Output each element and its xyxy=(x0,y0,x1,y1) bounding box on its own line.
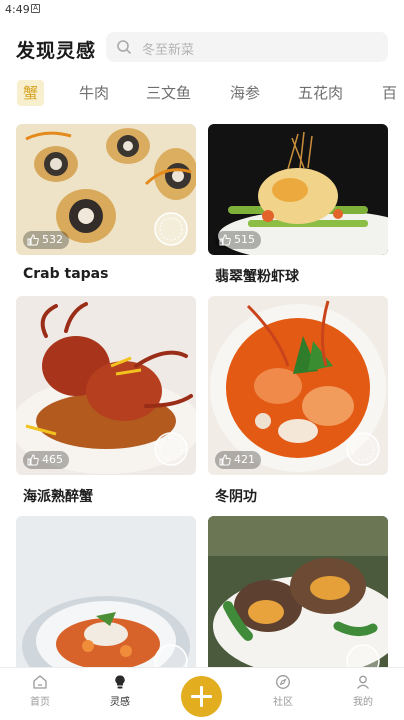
tab-more[interactable]: 百 xyxy=(382,80,397,106)
like-count: 421 xyxy=(215,451,261,469)
tab-salmon[interactable]: 三文鱼 xyxy=(146,80,191,106)
certified-seal-icon xyxy=(154,432,188,466)
like-number: 421 xyxy=(234,453,255,466)
user-icon xyxy=(357,675,369,689)
recipe-title: 海派熟醉蟹 xyxy=(23,489,93,505)
recipe-grid: 532 Crab tapas 515 翡翠蟹粉虾球 465 海派熟醉蟹 421 … xyxy=(0,124,404,667)
nav-profile[interactable]: 我的 xyxy=(333,674,393,708)
like-number: 532 xyxy=(42,233,63,246)
thumbs-up-icon xyxy=(219,454,231,466)
like-number: 515 xyxy=(234,233,255,246)
category-tabs: 蟹 牛肉 三文鱼 海参 五花肉 百 xyxy=(0,78,404,108)
add-button[interactable] xyxy=(181,676,222,717)
recipe-title: 冬阴功 xyxy=(215,489,257,505)
nav-community-label: 社区 xyxy=(273,697,293,708)
recipe-title: Crab tapas xyxy=(23,266,109,282)
nav-inspiration[interactable]: 灵感 xyxy=(90,674,150,708)
notification-icon: A xyxy=(31,4,40,13)
status-time: 4:49 xyxy=(5,3,30,16)
recipe-title: 翡翠蟹粉虾球 xyxy=(215,269,299,285)
nav-home-label: 首页 xyxy=(30,697,50,708)
like-count: 465 xyxy=(23,451,69,469)
lightbulb-icon xyxy=(115,675,125,689)
tab-crab[interactable]: 蟹 xyxy=(17,80,45,106)
page-title: 发现灵感 xyxy=(16,40,97,62)
home-icon xyxy=(33,675,47,689)
like-number: 465 xyxy=(42,453,63,466)
search-input[interactable]: 冬至新菜 xyxy=(106,32,388,62)
search-icon xyxy=(117,40,131,54)
certified-seal-icon xyxy=(154,644,188,667)
certified-seal-icon xyxy=(346,432,380,466)
status-bar: 4:49 A xyxy=(0,0,404,22)
thumbs-up-icon xyxy=(27,454,39,466)
thumbs-up-icon xyxy=(219,234,231,246)
search-placeholder: 冬至新菜 xyxy=(142,43,195,58)
tab-beef[interactable]: 牛肉 xyxy=(79,80,109,106)
like-count: 515 xyxy=(215,231,261,249)
nav-inspiration-label: 灵感 xyxy=(110,697,130,708)
nav-profile-label: 我的 xyxy=(353,697,373,708)
certified-seal-icon xyxy=(346,644,380,667)
tab-sea-cucumber[interactable]: 海参 xyxy=(230,80,260,106)
compass-icon xyxy=(276,675,290,689)
like-count: 532 xyxy=(23,231,69,249)
tab-pork-belly[interactable]: 五花肉 xyxy=(298,80,343,106)
certified-seal-icon xyxy=(154,212,188,246)
nav-community[interactable]: 社区 xyxy=(253,674,313,708)
header: 发现灵感 冬至新菜 xyxy=(0,30,404,66)
thumbs-up-icon xyxy=(27,234,39,246)
nav-home[interactable]: 首页 xyxy=(10,674,70,708)
